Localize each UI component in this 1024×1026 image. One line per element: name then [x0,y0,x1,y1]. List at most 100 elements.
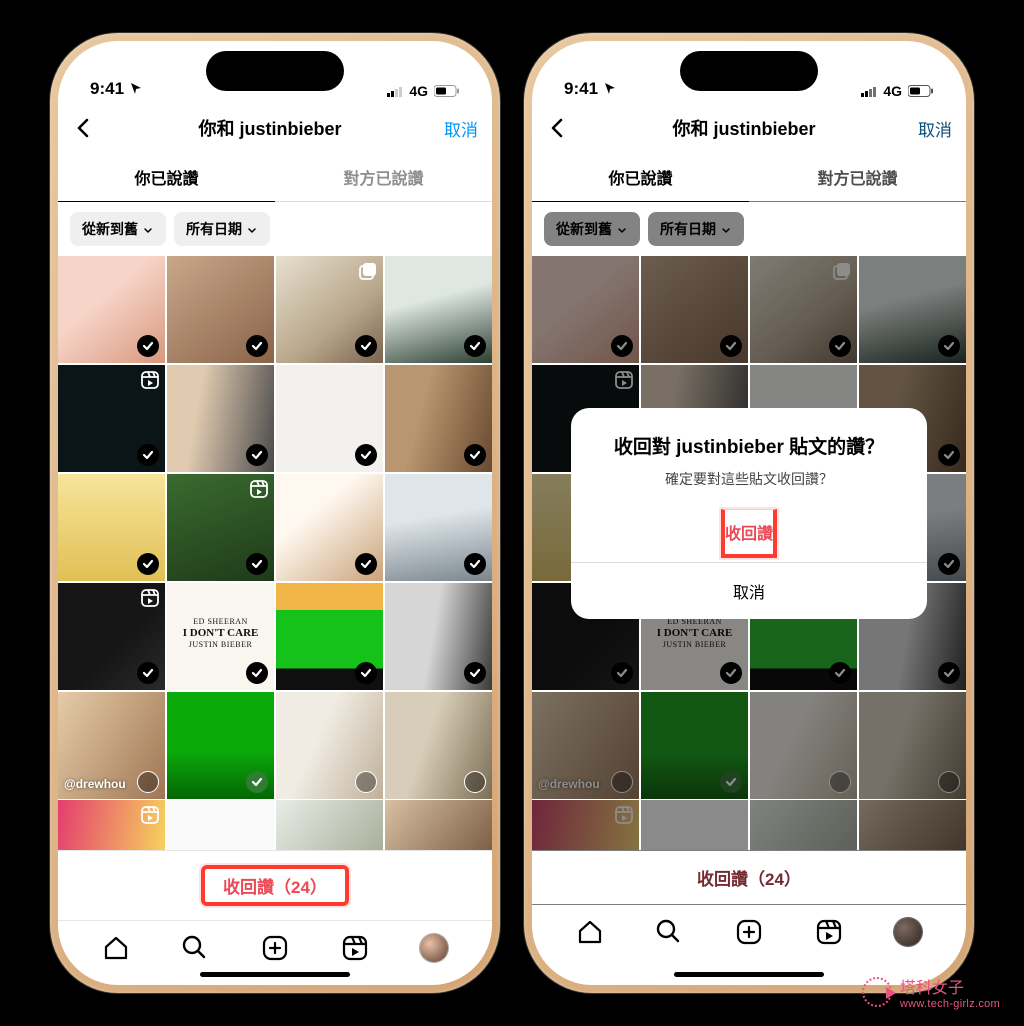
post-thumbnail[interactable]: @drewhou [58,692,165,799]
selection-checkmark[interactable] [137,771,159,793]
post-thumbnail[interactable] [276,474,383,581]
selection-checkmark[interactable] [137,335,159,357]
selection-checkmark[interactable] [355,444,377,466]
selection-checkmark[interactable] [355,553,377,575]
unlike-bar: 收回讚（24） [58,850,492,920]
reel-icon [141,371,159,389]
carousel-icon [359,262,377,280]
post-thumbnail[interactable] [58,365,165,472]
selection-checkmark[interactable] [464,662,486,684]
selection-checkmark[interactable] [246,335,268,357]
post-thumbnail[interactable] [276,800,383,850]
check-icon [142,340,154,352]
check-icon [142,449,154,461]
post-thumbnail[interactable] [276,256,383,363]
selection-checkmark[interactable] [464,771,486,793]
filters-row: 從新到舊 所有日期 [58,202,492,256]
post-thumbnail[interactable] [276,365,383,472]
phone-right: 9:41 4G 你和 justinbieber 取消 你已說讚 對方已說讚 [524,33,974,993]
post-thumbnail[interactable] [385,365,492,472]
selection-checkmark[interactable] [137,444,159,466]
chevron-down-icon [142,223,154,235]
selection-checkmark[interactable] [246,662,268,684]
post-thumbnail[interactable] [167,692,274,799]
check-icon [469,667,481,679]
selection-checkmark[interactable] [137,553,159,575]
post-thumbnail[interactable] [58,800,165,850]
selection-checkmark[interactable] [246,444,268,466]
filter-sort[interactable]: 從新到舊 [70,212,166,246]
post-thumbnail[interactable] [385,474,492,581]
post-thumbnail[interactable] [385,692,492,799]
status-time: 9:41 [90,79,124,99]
post-thumbnail[interactable] [276,692,383,799]
selection-checkmark[interactable] [246,553,268,575]
post-thumbnail[interactable] [58,583,165,690]
selection-checkmark[interactable] [464,444,486,466]
check-icon [360,340,372,352]
check-icon [251,558,263,570]
header-cancel-button[interactable]: 取消 [444,116,478,141]
check-icon [251,449,263,461]
nav-profile-avatar[interactable] [420,934,448,962]
signal-icon [387,86,403,97]
tab-you-liked[interactable]: 你已說讚 [58,153,275,202]
check-icon [142,558,154,570]
check-icon [142,667,154,679]
post-thumbnail[interactable] [167,800,274,850]
nav-reels-icon[interactable] [341,934,369,962]
dialog-overlay: 收回對 justinbieber 貼文的讚？ 確定要對這些貼文收回讚？ 收回讚 … [532,41,966,985]
check-icon [251,776,263,788]
watermark-url: www.tech-girlz.com [900,998,1000,1010]
selection-checkmark[interactable] [137,662,159,684]
post-thumbnail[interactable] [167,474,274,581]
posts-grid: ED SHEERANI DON'T CAREJUSTIN BIEBER @drew… [58,256,492,850]
dynamic-island [680,51,818,91]
dynamic-island [206,51,344,91]
chevron-down-icon [246,223,258,235]
post-thumbnail[interactable] [276,583,383,690]
unlike-button[interactable]: 收回讚（24） [223,873,327,898]
check-icon [360,667,372,679]
post-thumbnail[interactable] [167,365,274,472]
page-title: 你和 justinbieber [96,115,444,141]
home-indicator [200,972,350,977]
post-thumbnail[interactable] [167,256,274,363]
post-thumbnail[interactable] [385,800,492,850]
selection-checkmark[interactable] [464,553,486,575]
post-thumbnail[interactable] [58,474,165,581]
tab-they-liked[interactable]: 對方已說讚 [275,153,492,202]
selection-checkmark[interactable] [355,335,377,357]
check-icon [360,558,372,570]
nav-home-icon[interactable] [102,934,130,962]
back-icon[interactable] [72,116,96,140]
header: 你和 justinbieber 取消 [58,103,492,153]
selection-checkmark[interactable] [464,335,486,357]
filter-dates-label: 所有日期 [186,219,242,239]
reel-icon [141,806,159,824]
check-icon [251,667,263,679]
reel-icon [250,480,268,498]
phone-left: 9:41 4G 你和 justinbieber 取消 你已說讚 對方已說讚 [50,33,500,993]
selection-checkmark[interactable] [355,662,377,684]
location-icon [128,82,142,96]
selection-checkmark[interactable] [355,771,377,793]
reel-icon [141,589,159,607]
filter-dates[interactable]: 所有日期 [174,212,270,246]
confirm-dialog: 收回對 justinbieber 貼文的讚？ 確定要對這些貼文收回讚？ 收回讚 … [571,408,927,619]
post-thumbnail[interactable]: ED SHEERANI DON'T CAREJUSTIN BIEBER [167,583,274,690]
check-icon [469,449,481,461]
nav-create-icon[interactable] [261,934,289,962]
nav-search-icon[interactable] [181,934,209,962]
post-thumbnail[interactable] [385,583,492,690]
dialog-confirm-button[interactable]: 收回讚 [721,509,777,558]
album-text: ED SHEERANI DON'T CAREJUSTIN BIEBER [167,617,274,649]
annotation-highlight: 收回讚（24） [201,865,349,906]
dialog-title: 收回對 justinbieber 貼文的讚？ [571,408,927,469]
check-icon [251,340,263,352]
selection-checkmark[interactable] [246,771,268,793]
dialog-cancel-button[interactable]: 取消 [571,562,927,619]
check-icon [469,558,481,570]
post-thumbnail[interactable] [385,256,492,363]
post-thumbnail[interactable] [58,256,165,363]
